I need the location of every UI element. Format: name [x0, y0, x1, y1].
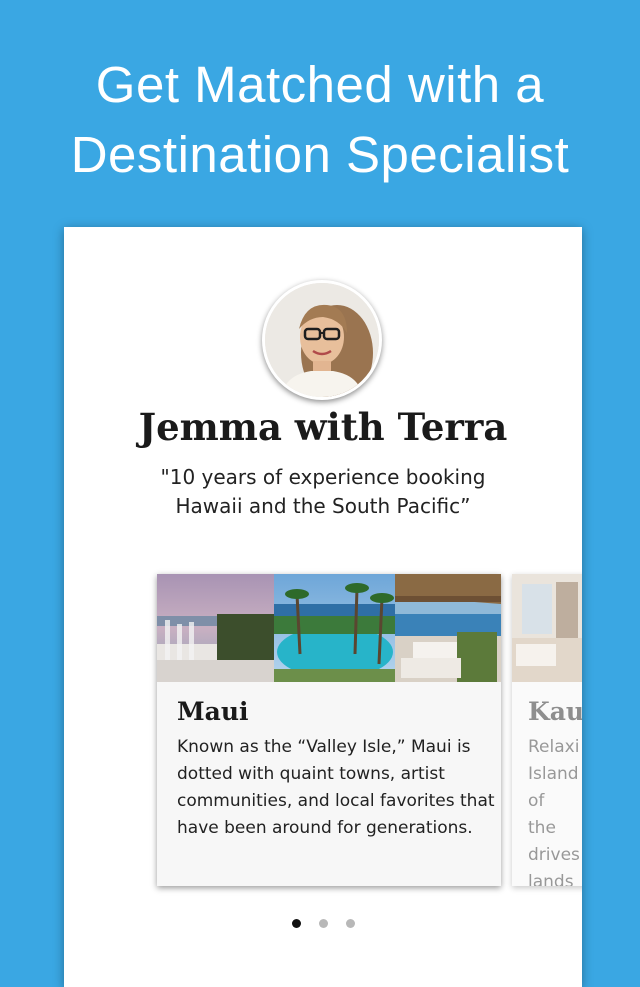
specialist-name: Jemma with Terra: [138, 405, 508, 449]
destination-description-next: Relaxi Island of the drives lands: [528, 737, 580, 886]
specialist-avatar: [262, 280, 382, 400]
destination-card-maui[interactable]: Maui Known as the “Valley Isle,” Maui is…: [157, 574, 501, 886]
destination-card-next[interactable]: Kau Relaxi Island of the drives lands: [512, 574, 582, 886]
destination-description: Known as the “Valley Isle,” Maui is dott…: [177, 737, 495, 838]
page-dot-3[interactable]: [345, 919, 355, 928]
headline-line-2: Destination Specialist: [70, 126, 570, 183]
page-dot-2[interactable]: [318, 919, 328, 928]
quote-line-2: Hawaii and the South Pacific”: [175, 494, 471, 518]
headline-line-1: Get Matched with a: [95, 56, 545, 113]
specialist-quote: "10 years of experience booking Hawaii a…: [104, 463, 542, 521]
page-dot-1[interactable]: [291, 919, 301, 928]
specialist-panel: Jemma with Terra "10 years of experience…: [64, 227, 582, 987]
quote-line-1: "10 years of experience booking: [160, 465, 486, 489]
destination-photo-strip: [157, 574, 501, 682]
destination-title: Maui: [177, 697, 249, 726]
carousel-page-indicator[interactable]: [64, 919, 582, 929]
page-headline: Get Matched with a Destination Specialis…: [0, 50, 640, 190]
destination-title-next: Kau: [528, 697, 582, 726]
destination-photo-strip-next: [512, 574, 582, 682]
